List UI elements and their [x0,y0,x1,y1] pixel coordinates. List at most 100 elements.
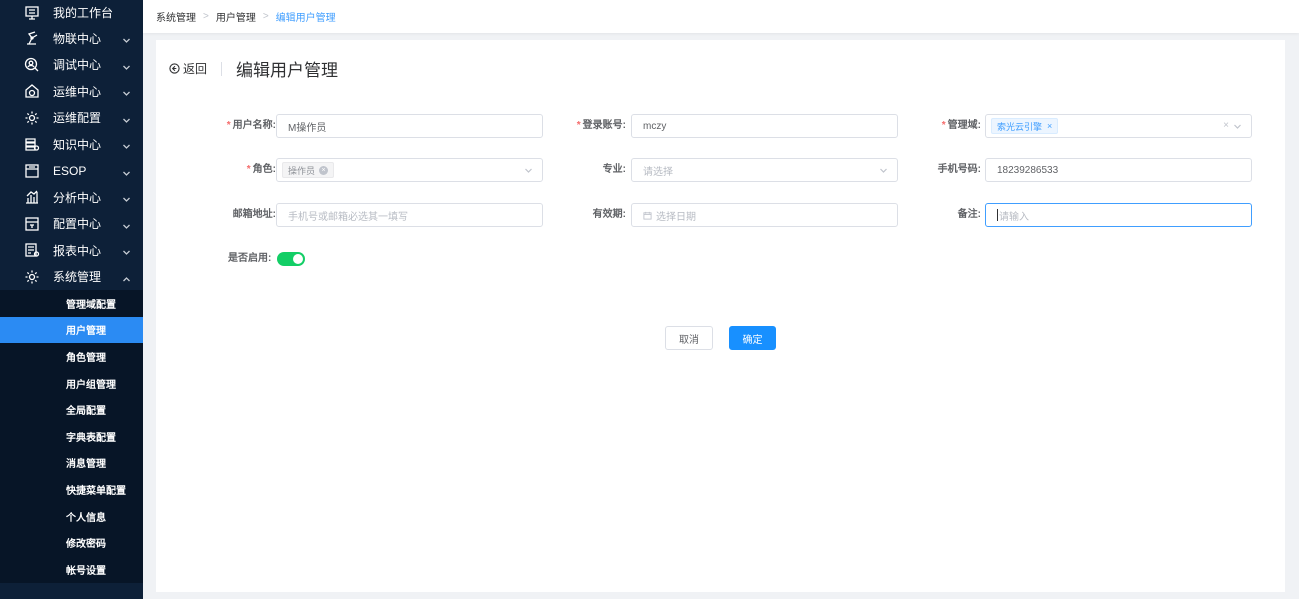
chevron-down-icon [1233,122,1242,131]
chevron-down-icon [122,193,131,202]
confirm-button[interactable]: 确定 [729,326,776,350]
chevron-down-icon [122,167,131,176]
breadcrumb-separator-icon: > [203,11,209,22]
sidebar-item-label: 运维中心 [53,84,102,99]
domain-select[interactable]: 索光云引擎 × × [985,114,1252,138]
back-label: 返回 [183,62,208,76]
sidebar-item-label: 运维配置 [53,111,102,126]
sidebar-item-ops[interactable]: 运维中心 [0,78,143,105]
username-input[interactable]: M操作员 [276,114,543,138]
calendar-icon [643,211,652,220]
sidebar-item-label: 分析中心 [53,190,102,205]
sidebar-item-label: 报表中心 [53,243,102,258]
breadcrumb-item-system[interactable]: 系统管理 [156,9,196,24]
breadcrumb-item-current: 编辑用户管理 [275,13,336,24]
gear-icon [23,268,40,285]
sidebar-subitem-global-config[interactable]: 全局配置 [0,396,143,423]
header-divider [221,61,223,76]
cancel-button[interactable]: 取消 [665,326,713,350]
email-input[interactable]: 手机号或邮箱必选其一填写 [276,203,543,227]
text-caret [997,209,998,221]
phone-label: 手机号码: [937,164,981,175]
page-title: 编辑用户管理 [236,61,339,80]
sidebar-subitem-message-management[interactable]: 消息管理 [0,450,143,477]
sidebar-subitem-change-password[interactable]: 修改密码 [0,529,143,556]
sidebar-item-label: 调试中心 [53,58,102,73]
breadcrumb-separator-icon: > [262,11,269,22]
chevron-down-icon [122,87,131,96]
sidebar-subitem-shortcut-menu-config[interactable]: 快捷菜单配置 [0,476,143,503]
sidebar-item-label: 物联中心 [53,31,102,46]
sidebar-item-ops-config[interactable]: 运维配置 [0,105,143,132]
remark-label: 备注: [957,209,981,220]
report-icon [23,242,40,259]
sidebar-subitem-domain-config[interactable]: 管理域配置 [0,290,143,317]
chevron-down-icon [122,34,131,43]
tag-close-icon[interactable]: × [1047,121,1052,131]
major-label: 专业: [602,164,626,175]
sidebar-item-report[interactable]: 报表中心 [0,237,143,264]
sidebar-item-label: 系统管理 [53,270,102,285]
bar-chart-icon [23,189,40,206]
clear-icon[interactable]: × [1223,120,1229,131]
chevron-down-icon [122,220,131,229]
config-panel-icon [23,215,40,232]
role-label: * 角色: [246,164,276,175]
chevron-down-icon [879,166,888,175]
monitor-icon [23,4,40,21]
toggle-knob [293,254,303,264]
sidebar-subitem-usergroup-management[interactable]: 用户组管理 [0,370,143,397]
chevron-down-icon [122,114,131,123]
chevron-down-icon [524,166,533,175]
domain-label: * 管理域: [941,120,981,131]
sidebar: 我的工作台 物联中心 调试中心 运维中心 运维配置 知识中心 ESOP 分析中心… [0,0,143,599]
sidebar-subitem-personal-info[interactable]: 个人信息 [0,503,143,530]
chevron-down-icon [122,246,131,255]
enabled-toggle[interactable] [277,252,305,266]
enabled-label: 是否启用: [228,253,272,264]
sidebar-item-knowledge[interactable]: 知识中心 [0,131,143,158]
sidebar-subitem-role-management[interactable]: 角色管理 [0,343,143,370]
tag-close-icon[interactable]: × [319,165,329,175]
remark-input[interactable]: 请输入 [985,203,1252,227]
chevron-down-icon [122,61,131,70]
phone-input[interactable]: 18239286533 [985,158,1252,182]
account-input[interactable]: mczy [631,114,898,138]
page-header: 返回 编辑用户管理 [169,56,338,81]
robot-arm-icon [23,30,40,47]
breadcrumb-item-user[interactable]: 用户管理 [216,9,256,24]
sidebar-item-iot[interactable]: 物联中心 [0,25,143,52]
expiry-date-picker[interactable]: 选择日期 [631,203,898,227]
back-arrow-icon [169,63,180,74]
role-select[interactable]: 操作员 × [276,158,543,182]
back-button[interactable]: 返回 [169,60,207,77]
chevron-down-icon [122,140,131,149]
major-select[interactable]: 请选择 [631,158,898,182]
edit-user-card: 返回 编辑用户管理 * 用户名称: M操作员 * 登录账号: mczy * 管理域: … [156,40,1285,592]
esop-doc-icon [23,162,40,179]
gear-icon [23,109,40,126]
expiry-label: 有效期: [592,209,626,220]
house-gauge-icon [23,83,40,100]
sidebar-item-label: 配置中心 [53,217,102,232]
email-label: 邮箱地址: [232,209,276,220]
sidebar-item-esop[interactable]: ESOP [0,158,143,185]
role-tag: 操作员 × [282,162,335,178]
sidebar-item-analysis[interactable]: 分析中心 [0,184,143,211]
sidebar-item-debug[interactable]: 调试中心 [0,52,143,79]
chevron-up-icon [122,273,131,282]
account-label: * 登录账号: [576,120,626,131]
sidebar-item-label: 我的工作台 [53,6,114,20]
search-person-icon [23,56,40,73]
sidebar-item-config[interactable]: 配置中心 [0,211,143,238]
sidebar-item-workbench[interactable]: 我的工作台 [0,0,143,25]
sidebar-subitem-account-settings[interactable]: 帐号设置 [0,556,143,583]
username-label: * 用户名称: [226,120,276,131]
sidebar-subitem-user-management[interactable]: 用户管理 [0,316,143,344]
sidebar-submenu-system: 管理域配置 用户管理 角色管理 用户组管理 全局配置 字典表配置 消息管理 快捷… [0,290,143,583]
sidebar-item-system[interactable]: 系统管理 [0,264,143,291]
breadcrumb: 系统管理 > 用户管理 > 编辑用户管理 [143,0,1299,33]
sidebar-item-label: 知识中心 [53,137,102,152]
sidebar-subitem-dictionary-config[interactable]: 字典表配置 [0,423,143,450]
sidebar-item-label: ESOP [53,163,87,178]
